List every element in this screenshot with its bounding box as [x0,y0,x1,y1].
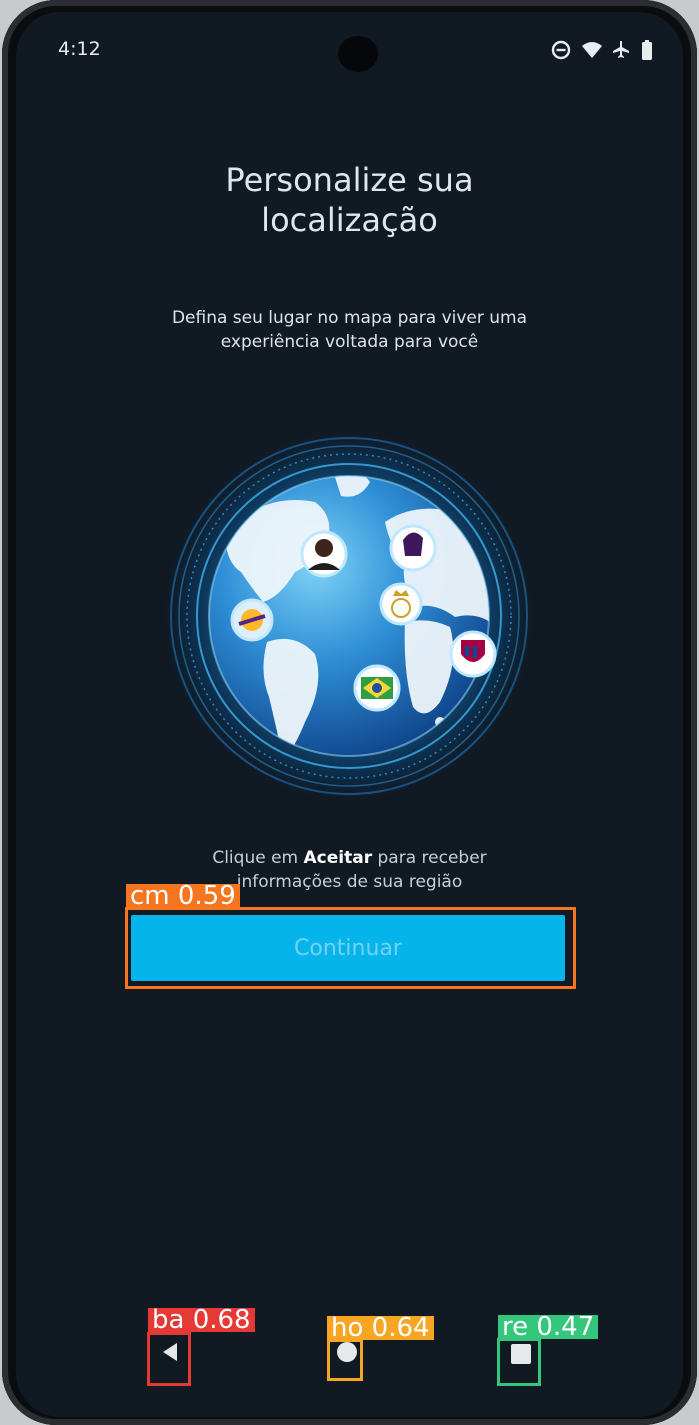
accept-highlight: Aceitar [303,848,373,868]
wifi-icon [581,40,602,60]
screen: 4:12 Personalize sua localização Defina … [16,12,683,1417]
nav-back-button[interactable] [150,1332,190,1372]
home-circle-icon [337,1342,357,1362]
player-avatar-icon [300,530,348,578]
real-madrid-icon [379,582,423,626]
continue-button[interactable]: Continuar [131,915,565,981]
page-subtitle: Defina seu lugar no mapa para viver uma … [171,308,528,352]
barcelona-icon [449,630,497,678]
back-triangle-icon [163,1343,177,1361]
battery-icon [641,40,661,60]
status-bar: 4:12 [16,36,683,72]
brazil-flag-icon [353,664,401,712]
globe-illustration [155,422,543,810]
airplane-mode-icon [611,40,631,60]
detection-label-back: ba 0.68 [148,1307,255,1333]
premier-league-icon [389,524,437,572]
lakers-icon [230,598,274,642]
status-time: 4:12 [58,38,101,60]
accept-info-text: Clique em Aceitar para receber informaçõ… [212,848,487,892]
detection-label-recents: re 0.47 [498,1314,599,1340]
phone-frame: 4:12 Personalize sua localização Defina … [2,0,697,1425]
detection-label-continue: cm 0.59 [126,883,240,909]
recents-square-icon [511,1344,531,1364]
detection-label-home: ho 0.64 [327,1315,434,1341]
page-title: Personalize sua localização [225,161,474,239]
do-not-disturb-icon [551,40,571,60]
front-camera [338,36,378,72]
